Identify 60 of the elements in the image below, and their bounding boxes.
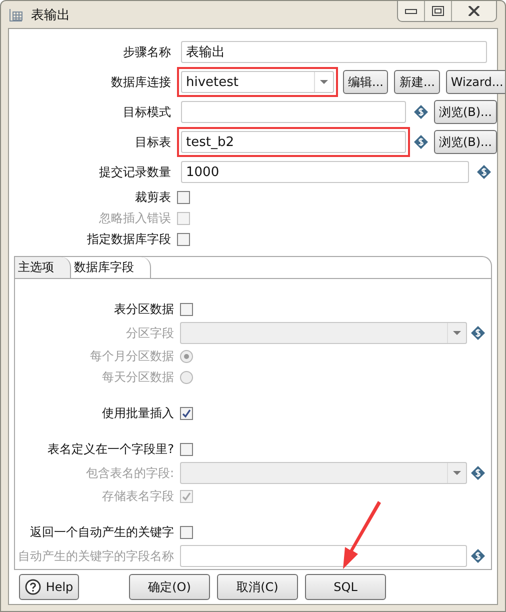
annotation-arrow: [343, 501, 381, 569]
tab[interactable]: 主选项: [15, 257, 71, 278]
caret-icon: [320, 80, 328, 84]
action-button[interactable]: Wizard...: [446, 70, 505, 94]
radio-label: 每个月分区数据: [89, 348, 175, 365]
text-field[interactable]: test_b2: [181, 131, 406, 153]
checkbox-label: 指定数据库字段: [86, 231, 172, 248]
checkbox-label: 表分区数据: [113, 301, 175, 318]
field-label: 目标表: [134, 134, 172, 150]
checkbox[interactable]: [180, 407, 193, 420]
checkbox[interactable]: [180, 443, 193, 456]
variable-icon: [414, 135, 428, 149]
field-label: 提交记录数量: [98, 164, 172, 180]
maximize-icon: [432, 6, 444, 16]
variable-icon: [471, 326, 485, 340]
checkbox[interactable]: [180, 526, 193, 539]
action-button[interactable]: 编辑...: [343, 70, 388, 94]
minimize-icon: [405, 8, 417, 14]
tab[interactable]: 数据库字段: [71, 257, 151, 278]
dialog-button[interactable]: SQL: [305, 574, 386, 600]
checkbox-label: 使用批量插入: [101, 405, 175, 422]
dialog-button[interactable]: 确定(O): [129, 574, 210, 600]
help-icon: [24, 579, 41, 595]
variable-icon: [477, 165, 491, 179]
caret-icon: [453, 331, 461, 335]
dialog-button[interactable]: 取消(C): [217, 574, 298, 600]
checkbox-label: 忽略插入错误: [98, 210, 172, 227]
text-field[interactable]: [181, 101, 406, 123]
close-icon: [468, 6, 480, 16]
action-button[interactable]: 新建...: [394, 70, 440, 94]
checkbox[interactable]: [177, 233, 190, 246]
field-label: 目标模式: [122, 104, 172, 120]
checkbox[interactable]: [177, 191, 190, 204]
checkbox-label: 返回一个自动产生的关键字: [29, 524, 175, 541]
text-field[interactable]: 表输出: [181, 41, 487, 63]
checkbox-label: 裁剪表: [134, 189, 172, 206]
table-icon: [9, 8, 23, 22]
field-label: 数据库连接: [110, 74, 172, 90]
variable-icon: [471, 466, 485, 480]
text-field[interactable]: 1000: [181, 161, 469, 183]
browse-button[interactable]: 浏览(B)...: [434, 100, 497, 124]
dropdown[interactable]: hivetest: [181, 71, 334, 93]
field-value: 1000: [186, 164, 220, 180]
field-value: test_b2: [186, 134, 234, 150]
variable-icon: [414, 105, 428, 119]
help-button[interactable]: Help: [19, 574, 79, 600]
checkbox-label: 存储表名字段: [101, 488, 175, 505]
field-label: 分区字段: [125, 324, 175, 342]
checkbox[interactable]: [180, 303, 193, 316]
browse-button[interactable]: 浏览(B)...: [434, 130, 497, 154]
field-label: 步骤名称: [122, 44, 172, 60]
variable-icon: [471, 549, 485, 563]
field-label: 包含表名的字段:: [84, 464, 175, 482]
dropdown-value: hivetest: [186, 74, 239, 90]
field-label: 自动产生的关键字的字段名称: [17, 548, 175, 564]
caret-icon: [453, 471, 461, 475]
window-title: 表输出: [31, 6, 70, 24]
checkbox-label: 表名定义在一个字段里?: [46, 441, 175, 458]
field-value: 表输出: [186, 44, 225, 61]
radio-label: 每天分区数据: [101, 369, 175, 386]
